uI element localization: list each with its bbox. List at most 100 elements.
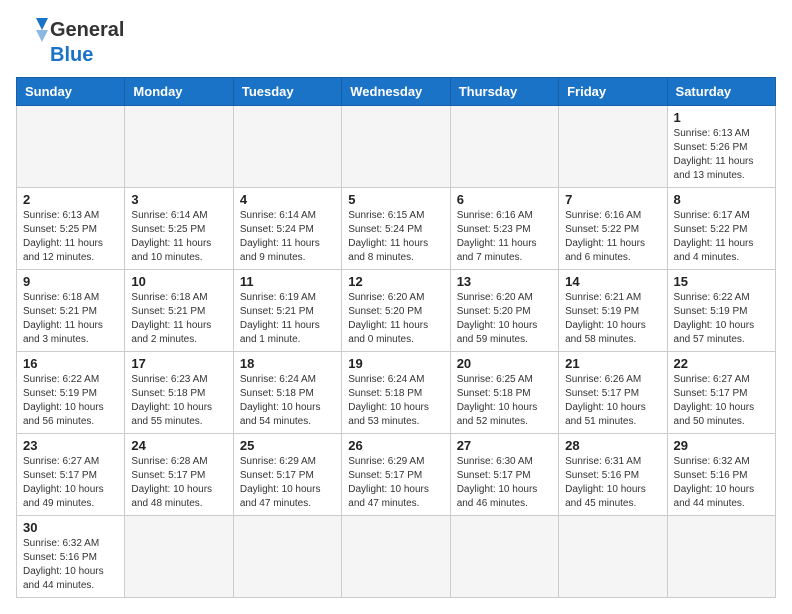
day-number: 24	[131, 438, 226, 453]
calendar-cell: 28 Sunrise: 6:31 AM Sunset: 5:16 PM Dayli…	[559, 434, 667, 516]
day-info: Sunrise: 6:23 AM Sunset: 5:18 PM Dayligh…	[131, 373, 226, 429]
day-number: 10	[131, 274, 226, 289]
day-number: 18	[240, 356, 335, 371]
page-header: General Blue	[16, 16, 776, 67]
day-info: Sunrise: 6:32 AM Sunset: 5:16 PM Dayligh…	[23, 537, 118, 593]
day-number: 6	[457, 192, 552, 207]
calendar-cell: 9Sunrise: 6:18 AM Sunset: 5:21 PM Daylig…	[17, 270, 125, 352]
calendar-cell: 3 Sunrise: 6:14 AM Sunset: 5:25 PM Daylig…	[125, 188, 233, 270]
day-info: Sunrise: 6:14 AM Sunset: 5:24 PM Dayligh…	[240, 209, 335, 265]
calendar-cell: 20Sunrise: 6:25 AM Sunset: 5:18 PM Dayli…	[450, 352, 558, 434]
day-number: 25	[240, 438, 335, 453]
column-header-sunday: Sunday	[17, 78, 125, 106]
day-number: 15	[674, 274, 769, 289]
day-info: Sunrise: 6:15 AM Sunset: 5:24 PM Dayligh…	[348, 209, 443, 265]
day-number: 29	[674, 438, 769, 453]
day-info: Sunrise: 6:17 AM Sunset: 5:22 PM Dayligh…	[674, 209, 769, 265]
column-header-wednesday: Wednesday	[342, 78, 450, 106]
calendar-cell: 6 Sunrise: 6:16 AM Sunset: 5:23 PM Daylig…	[450, 188, 558, 270]
logo-icon	[16, 16, 48, 44]
calendar-week-3: 16 Sunrise: 6:22 AM Sunset: 5:19 PM Dayli…	[17, 352, 776, 434]
day-number: 13	[457, 274, 552, 289]
column-header-thursday: Thursday	[450, 78, 558, 106]
day-info: Sunrise: 6:28 AM Sunset: 5:17 PM Dayligh…	[131, 455, 226, 511]
calendar-cell: 23 Sunrise: 6:27 AM Sunset: 5:17 PM Dayli…	[17, 434, 125, 516]
calendar-cell: 29Sunrise: 6:32 AM Sunset: 5:16 PM Dayli…	[667, 434, 775, 516]
day-info: Sunrise: 6:16 AM Sunset: 5:23 PM Dayligh…	[457, 209, 552, 265]
day-number: 20	[457, 356, 552, 371]
logo-text-general: General	[50, 19, 124, 42]
day-number: 7	[565, 192, 660, 207]
day-info: Sunrise: 6:13 AM Sunset: 5:26 PM Dayligh…	[674, 127, 769, 183]
calendar-cell	[450, 516, 558, 598]
calendar-cell	[559, 516, 667, 598]
calendar-cell: 25 Sunrise: 6:29 AM Sunset: 5:17 PM Dayli…	[233, 434, 341, 516]
column-header-saturday: Saturday	[667, 78, 775, 106]
day-info: Sunrise: 6:24 AM Sunset: 5:18 PM Dayligh…	[348, 373, 443, 429]
day-info: Sunrise: 6:13 AM Sunset: 5:25 PM Dayligh…	[23, 209, 118, 265]
logo: General Blue	[16, 16, 124, 67]
calendar-cell: 18 Sunrise: 6:24 AM Sunset: 5:18 PM Dayli…	[233, 352, 341, 434]
day-number: 22	[674, 356, 769, 371]
calendar-cell	[450, 106, 558, 188]
day-info: Sunrise: 6:29 AM Sunset: 5:17 PM Dayligh…	[240, 455, 335, 511]
day-number: 28	[565, 438, 660, 453]
calendar-cell: 11 Sunrise: 6:19 AM Sunset: 5:21 PM Dayli…	[233, 270, 341, 352]
day-info: Sunrise: 6:26 AM Sunset: 5:17 PM Dayligh…	[565, 373, 660, 429]
day-number: 26	[348, 438, 443, 453]
day-info: Sunrise: 6:22 AM Sunset: 5:19 PM Dayligh…	[674, 291, 769, 347]
calendar-cell: 13 Sunrise: 6:20 AM Sunset: 5:20 PM Dayli…	[450, 270, 558, 352]
calendar-cell: 4 Sunrise: 6:14 AM Sunset: 5:24 PM Daylig…	[233, 188, 341, 270]
calendar-cell: 27 Sunrise: 6:30 AM Sunset: 5:17 PM Dayli…	[450, 434, 558, 516]
calendar-cell: 24 Sunrise: 6:28 AM Sunset: 5:17 PM Dayli…	[125, 434, 233, 516]
day-info: Sunrise: 6:16 AM Sunset: 5:22 PM Dayligh…	[565, 209, 660, 265]
calendar-week-1: 2Sunrise: 6:13 AM Sunset: 5:25 PM Daylig…	[17, 188, 776, 270]
column-header-friday: Friday	[559, 78, 667, 106]
calendar-cell: 7 Sunrise: 6:16 AM Sunset: 5:22 PM Daylig…	[559, 188, 667, 270]
day-info: Sunrise: 6:14 AM Sunset: 5:25 PM Dayligh…	[131, 209, 226, 265]
calendar-cell: 10 Sunrise: 6:18 AM Sunset: 5:21 PM Dayli…	[125, 270, 233, 352]
day-info: Sunrise: 6:30 AM Sunset: 5:17 PM Dayligh…	[457, 455, 552, 511]
day-number: 11	[240, 274, 335, 289]
day-number: 17	[131, 356, 226, 371]
calendar-cell	[125, 516, 233, 598]
day-info: Sunrise: 6:31 AM Sunset: 5:16 PM Dayligh…	[565, 455, 660, 511]
calendar-cell	[17, 106, 125, 188]
calendar-week-4: 23 Sunrise: 6:27 AM Sunset: 5:17 PM Dayli…	[17, 434, 776, 516]
calendar-cell: 8 Sunrise: 6:17 AM Sunset: 5:22 PM Daylig…	[667, 188, 775, 270]
day-info: Sunrise: 6:24 AM Sunset: 5:18 PM Dayligh…	[240, 373, 335, 429]
calendar-cell	[233, 516, 341, 598]
calendar-cell: 16 Sunrise: 6:22 AM Sunset: 5:19 PM Dayli…	[17, 352, 125, 434]
day-info: Sunrise: 6:27 AM Sunset: 5:17 PM Dayligh…	[23, 455, 118, 511]
day-info: Sunrise: 6:27 AM Sunset: 5:17 PM Dayligh…	[674, 373, 769, 429]
calendar-week-5: 30 Sunrise: 6:32 AM Sunset: 5:16 PM Dayli…	[17, 516, 776, 598]
calendar-cell: 26Sunrise: 6:29 AM Sunset: 5:17 PM Dayli…	[342, 434, 450, 516]
calendar-week-0: 1Sunrise: 6:13 AM Sunset: 5:26 PM Daylig…	[17, 106, 776, 188]
day-info: Sunrise: 6:22 AM Sunset: 5:19 PM Dayligh…	[23, 373, 118, 429]
day-number: 19	[348, 356, 443, 371]
calendar-cell: 5Sunrise: 6:15 AM Sunset: 5:24 PM Daylig…	[342, 188, 450, 270]
day-number: 3	[131, 192, 226, 207]
calendar-table: SundayMondayTuesdayWednesdayThursdayFrid…	[16, 77, 776, 598]
calendar-cell: 12Sunrise: 6:20 AM Sunset: 5:20 PM Dayli…	[342, 270, 450, 352]
day-number: 14	[565, 274, 660, 289]
day-info: Sunrise: 6:20 AM Sunset: 5:20 PM Dayligh…	[457, 291, 552, 347]
day-number: 21	[565, 356, 660, 371]
day-number: 16	[23, 356, 118, 371]
day-info: Sunrise: 6:21 AM Sunset: 5:19 PM Dayligh…	[565, 291, 660, 347]
calendar-cell	[233, 106, 341, 188]
day-number: 12	[348, 274, 443, 289]
calendar-cell	[559, 106, 667, 188]
day-number: 8	[674, 192, 769, 207]
calendar-cell	[342, 106, 450, 188]
calendar-cell: 15 Sunrise: 6:22 AM Sunset: 5:19 PM Dayli…	[667, 270, 775, 352]
day-number: 4	[240, 192, 335, 207]
column-header-monday: Monday	[125, 78, 233, 106]
day-number: 23	[23, 438, 118, 453]
calendar-cell: 19 Sunrise: 6:24 AM Sunset: 5:18 PM Dayli…	[342, 352, 450, 434]
day-info: Sunrise: 6:18 AM Sunset: 5:21 PM Dayligh…	[131, 291, 226, 347]
day-number: 27	[457, 438, 552, 453]
day-number: 30	[23, 520, 118, 535]
day-info: Sunrise: 6:19 AM Sunset: 5:21 PM Dayligh…	[240, 291, 335, 347]
calendar-cell	[125, 106, 233, 188]
